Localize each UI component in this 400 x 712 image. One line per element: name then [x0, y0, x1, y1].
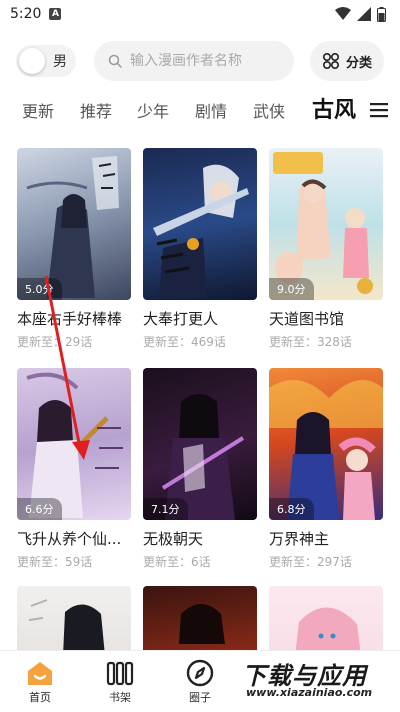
- home-icon: [28, 662, 52, 685]
- watermark-sub: www.xiazainiao.com: [246, 686, 373, 699]
- gender-label: 男: [53, 54, 67, 70]
- comic-update: 更新至：469话: [143, 335, 226, 349]
- category-icon: [322, 52, 339, 70]
- comic-title[interactable]: 本座右手好棒棒: [17, 308, 131, 329]
- comic-title[interactable]: 万界神主: [269, 528, 383, 549]
- comic-cover[interactable]: 6.8分: [269, 368, 383, 520]
- nav-home[interactable]: 首页: [10, 657, 70, 705]
- search-box[interactable]: [94, 41, 294, 81]
- tab-recommend[interactable]: 推荐: [80, 98, 112, 122]
- comic-card[interactable]: 6.8分 万界神主 更新至：297话: [269, 368, 383, 570]
- comic-update: 更新至：59话: [17, 555, 93, 569]
- nav-circle-label: 圈子: [189, 691, 211, 704]
- tab-update[interactable]: 更新: [22, 98, 54, 122]
- signal-icon: [357, 7, 371, 21]
- top-bar: 男 分类: [0, 41, 400, 81]
- score-badge: 6.6分: [17, 498, 62, 520]
- comic-update: 更新至：29话: [17, 335, 93, 349]
- notification-icon: A: [49, 8, 62, 20]
- comic-cover[interactable]: 9.0分: [269, 148, 383, 300]
- score-badge: 9.0分: [269, 278, 314, 300]
- nav-bookshelf[interactable]: 书架: [90, 657, 150, 705]
- tab-wuxia[interactable]: 武侠: [253, 98, 285, 122]
- comic-card[interactable]: 5.0分 本座右手好棒棒 更新至：29话: [17, 148, 131, 350]
- comic-update: 更新至：6话: [143, 555, 211, 569]
- comic-card[interactable]: 9.0分 天道图书馆 更新至：328话: [269, 148, 383, 350]
- tab-ancient[interactable]: 古风: [312, 94, 356, 124]
- status-bar: 5:20 A: [0, 0, 400, 28]
- score-badge: 5.0分: [17, 278, 62, 300]
- status-right: [335, 6, 386, 22]
- nav-circle[interactable]: 圈子: [170, 657, 230, 705]
- comic-cover[interactable]: 7.1分: [143, 368, 257, 520]
- comic-card[interactable]: 6.6分 飞升从养个仙... 更新至：59话: [17, 368, 131, 570]
- category-label: 分类: [345, 55, 372, 71]
- gender-toggle[interactable]: 男: [16, 45, 76, 77]
- score-badge: 7.1分: [143, 498, 188, 520]
- compass-icon: [186, 659, 214, 687]
- comic-title[interactable]: 无极朝天: [143, 528, 257, 549]
- comic-cover[interactable]: 6.6分: [17, 368, 131, 520]
- comic-card[interactable]: 7.1分 无极朝天 更新至：6话: [143, 368, 257, 570]
- toggle-knob: [19, 48, 45, 74]
- comic-card[interactable]: 大奉打更人 更新至：469话: [143, 148, 257, 350]
- comic-cover[interactable]: 5.0分: [17, 148, 131, 300]
- battery-icon: [377, 6, 386, 22]
- comic-title[interactable]: 天道图书馆: [269, 308, 383, 329]
- cover-art: [153, 164, 249, 298]
- status-left: 5:20 A: [10, 6, 62, 22]
- watermark: 下载与应用 www.xiazainiao.com: [236, 652, 396, 706]
- category-button[interactable]: 分类: [310, 41, 384, 81]
- comic-cover[interactable]: [143, 148, 257, 300]
- tab-shonen[interactable]: 少年: [137, 98, 169, 122]
- nav-bookshelf-label: 书架: [109, 691, 131, 704]
- comic-title[interactable]: 大奉打更人: [143, 308, 257, 329]
- score-badge: 6.8分: [269, 498, 314, 520]
- wifi-icon: [335, 7, 351, 20]
- tab-story[interactable]: 剧情: [195, 98, 227, 122]
- comic-title[interactable]: 飞升从养个仙...: [17, 528, 131, 549]
- bookshelf-icon: [106, 661, 134, 686]
- search-icon: [108, 54, 122, 68]
- nav-home-label: 首页: [29, 691, 51, 704]
- search-input[interactable]: [130, 53, 280, 69]
- category-tabs: 更新 推荐 少年 剧情 武侠 古风: [0, 94, 400, 126]
- comic-update: 更新至：328话: [269, 335, 352, 349]
- comic-update: 更新至：297话: [269, 555, 352, 569]
- status-time: 5:20: [10, 6, 42, 22]
- menu-icon[interactable]: [362, 98, 388, 122]
